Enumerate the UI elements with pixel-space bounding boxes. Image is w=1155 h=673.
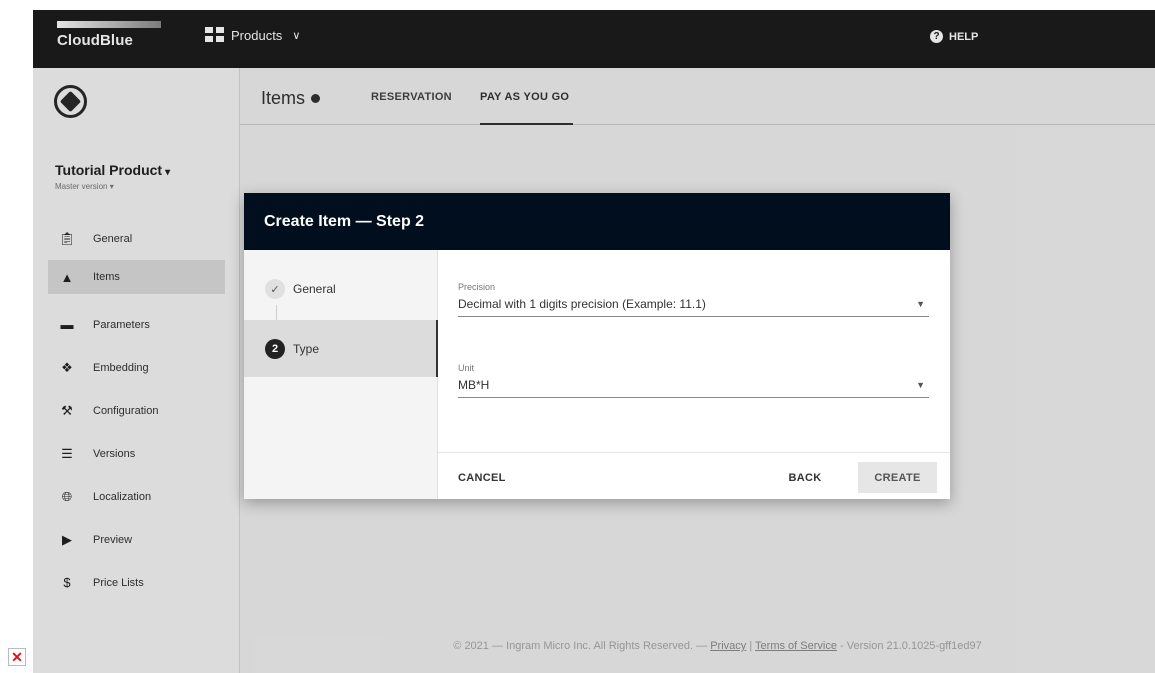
step-label: General xyxy=(293,282,336,296)
broken-image-icon: ✕ xyxy=(8,648,26,666)
precision-select[interactable]: Precision Decimal with 1 digits precisio… xyxy=(458,282,929,317)
step-connector xyxy=(276,305,277,320)
step-number-badge: 2 xyxy=(265,338,285,359)
dialog-footer: CANCEL BACK CREATE xyxy=(438,452,950,499)
step-type[interactable]: 2 Type xyxy=(244,320,438,377)
check-icon: ✓ xyxy=(265,279,285,299)
unit-label: Unit xyxy=(458,363,475,373)
wizard-steps: ✓ General 2 Type xyxy=(244,250,438,499)
unit-select[interactable]: Unit MB*H ▼ xyxy=(458,363,929,398)
step-label: Type xyxy=(293,341,320,356)
step-general[interactable]: ✓ General xyxy=(244,273,438,305)
back-button[interactable]: BACK xyxy=(780,462,830,493)
cancel-button[interactable]: CANCEL xyxy=(458,462,518,493)
dropdown-arrow-icon: ▼ xyxy=(916,380,925,390)
dialog-title: Create Item — Step 2 xyxy=(264,213,425,230)
precision-value: Decimal with 1 digits precision (Example… xyxy=(458,297,706,311)
precision-label: Precision xyxy=(458,282,496,292)
dialog-form: Precision Decimal with 1 digits precisio… xyxy=(438,250,950,499)
create-button[interactable]: CREATE xyxy=(858,462,937,493)
unit-value: MB*H xyxy=(458,378,490,392)
dialog-header: Create Item — Step 2 xyxy=(244,193,950,250)
dropdown-arrow-icon: ▼ xyxy=(916,299,925,309)
create-item-dialog: Create Item — Step 2 ✓ General 2 Type Pr… xyxy=(244,193,950,499)
